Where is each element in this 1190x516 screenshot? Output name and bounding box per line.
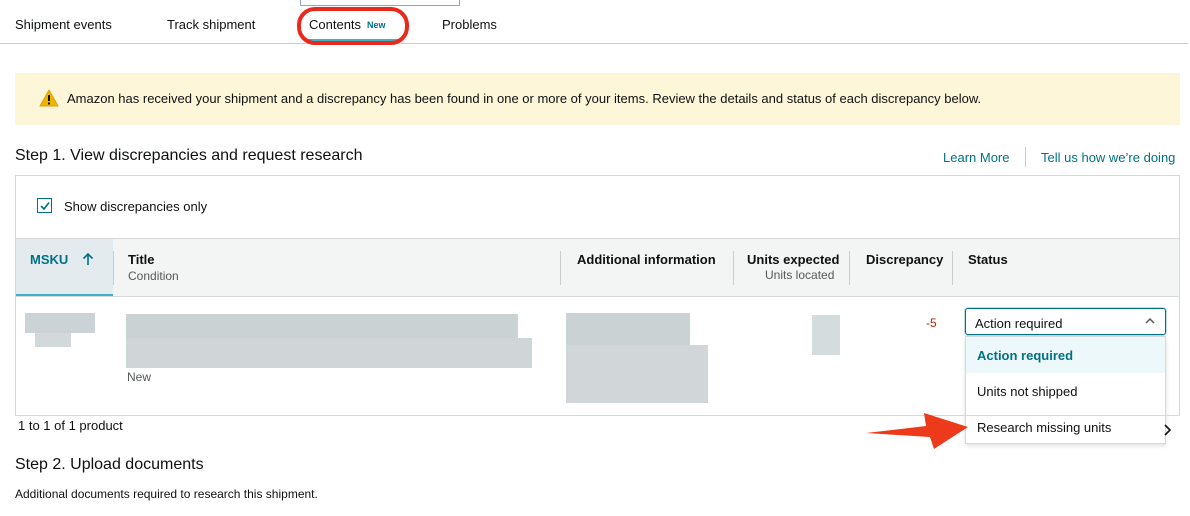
tab-track-shipment[interactable]: Track shipment: [167, 17, 255, 32]
additional-info-header: Additional information: [577, 252, 716, 267]
alert-message: Amazon has received your shipment and a …: [67, 91, 982, 106]
redacted-title: [126, 338, 532, 368]
column-divider: [560, 251, 561, 285]
column-divider: [733, 251, 734, 285]
warning-icon: [39, 89, 59, 107]
redacted-additional-info: [566, 313, 690, 345]
units-located-subheader: Units located: [765, 268, 835, 282]
sort-ascending-icon: [82, 252, 94, 265]
show-discrepancies-checkbox[interactable]: [37, 198, 52, 213]
status-option-action-required[interactable]: Action required: [966, 337, 1165, 373]
tab-shipment-events[interactable]: Shipment events: [15, 17, 112, 32]
status-option-units-not-shipped[interactable]: Units not shipped: [966, 373, 1165, 409]
learn-more-link[interactable]: Learn More: [943, 150, 1009, 165]
next-page-icon[interactable]: [1163, 424, 1171, 436]
msku-sort-header[interactable]: MSKU: [16, 239, 113, 296]
step2-title: Step 2. Upload documents: [15, 456, 204, 473]
feedback-link[interactable]: Tell us how we’re doing: [1041, 150, 1175, 165]
step2-description: Additional documents required to researc…: [15, 487, 318, 501]
table-footer-divider: [15, 415, 1180, 416]
redacted-msku: [35, 333, 71, 347]
units-expected-header: Units expected: [747, 252, 840, 267]
column-divider: [849, 251, 850, 285]
red-arrow-annotation: [866, 413, 968, 449]
column-divider: [113, 251, 114, 285]
tab-divider-line: [300, 0, 460, 6]
discrepancy-alert: Amazon has received your shipment and a …: [15, 73, 1180, 125]
status-selected-value: Action required: [975, 316, 1063, 331]
redacted-title: [126, 314, 518, 338]
discrepancy-header: Discrepancy: [866, 252, 944, 267]
highlight-annotation: [297, 7, 409, 45]
tab-bar: Shipment events Track shipment Contents …: [0, 0, 1188, 45]
tab-problems[interactable]: Problems: [442, 17, 497, 32]
checkmark-icon: [40, 202, 50, 211]
redacted-additional-info: [566, 345, 708, 403]
msku-header-label: MSKU: [30, 252, 69, 267]
link-separator: [1025, 147, 1026, 167]
title-header: Title: [128, 252, 155, 267]
condition-subheader: Condition: [128, 269, 179, 283]
step1-title: Step 1. View discrepancies and request r…: [15, 147, 363, 164]
pagination-summary: 1 to 1 of 1 product: [18, 418, 123, 433]
table-header: MSKU Title Condition Additional informat…: [16, 238, 1179, 297]
redacted-units: [812, 315, 840, 355]
status-dropdown[interactable]: Action required: [965, 308, 1166, 335]
column-divider: [952, 251, 953, 285]
status-header: Status: [968, 252, 1008, 267]
condition-value: New: [127, 370, 152, 384]
redacted-msku: [25, 313, 95, 333]
discrepancy-value: -5: [926, 316, 937, 330]
show-discrepancies-label: Show discrepancies only: [64, 199, 208, 214]
status-dropdown-menu: Action required Units not shipped Resear…: [965, 336, 1166, 444]
chevron-up-icon: [1145, 317, 1155, 324]
